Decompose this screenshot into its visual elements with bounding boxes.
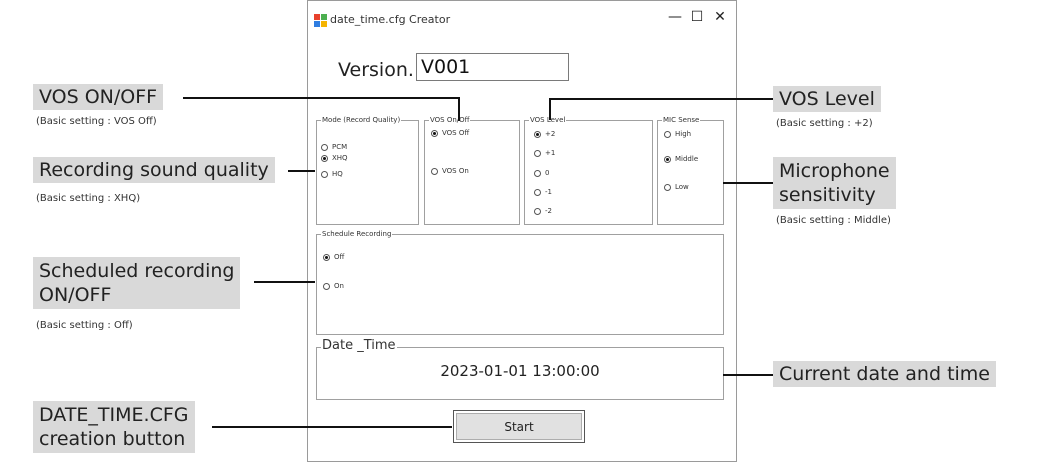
note-mic: (Basic setting : Middle): [776, 215, 891, 226]
radio-level-plus2[interactable]: +2: [534, 130, 555, 138]
schedule-group: Schedule Recording Off On: [316, 229, 724, 335]
leader-line: [183, 97, 459, 99]
radio-selected-icon: [534, 130, 541, 138]
app-window: date_time.cfg Creator — ☐ ✕ Version. Mod…: [307, 0, 737, 462]
mode-group: Mode (Record Quality) PCM XHQ HQ: [316, 115, 419, 225]
leader-line: [723, 182, 773, 184]
callout-mic: Microphone sensitivity: [773, 157, 896, 209]
vos-onoff-group: VOS On/Off VOS Off VOS On: [424, 115, 520, 225]
close-icon[interactable]: ✕: [709, 9, 731, 25]
radio-icon: [534, 169, 541, 177]
app-icon: [314, 14, 327, 27]
radio-icon: [321, 143, 328, 151]
callout-quality: Recording sound quality: [33, 157, 275, 183]
radio-level-0[interactable]: 0: [534, 169, 549, 177]
datetime-group: Date _Time 2023-01-01 13:00:00: [316, 338, 724, 400]
radio-level-minus1[interactable]: -1: [534, 188, 552, 196]
radio-level-minus2[interactable]: -2: [534, 207, 552, 215]
schedule-group-title: Schedule Recording: [321, 229, 393, 239]
vos-level-group: VOS Level +2 +1 0 -1 -2: [524, 115, 653, 225]
radio-xhq[interactable]: XHQ: [321, 154, 348, 162]
radio-icon: [534, 188, 541, 196]
start-button-label: Start: [456, 413, 582, 440]
mode-group-title: Mode (Record Quality): [321, 115, 402, 125]
radio-vos-off[interactable]: VOS Off: [431, 129, 469, 137]
vos-level-group-title: VOS Level: [529, 115, 567, 125]
mic-sense-group: MIC Sense High Middle Low: [657, 115, 724, 225]
radio-icon: [323, 282, 330, 290]
radio-mic-low[interactable]: Low: [664, 183, 689, 191]
window-title: date_time.cfg Creator: [330, 13, 451, 26]
radio-selected-icon: [323, 253, 330, 261]
note-quality: (Basic setting : XHQ): [36, 193, 141, 204]
note-schedule: (Basic setting : Off): [36, 320, 133, 331]
start-button[interactable]: Start: [453, 410, 585, 443]
radio-icon: [664, 183, 671, 191]
radio-hq[interactable]: HQ: [321, 170, 343, 178]
radio-selected-icon: [431, 129, 438, 137]
leader-line: [723, 374, 773, 376]
title-bar[interactable]: date_time.cfg Creator — ☐ ✕: [308, 1, 736, 39]
version-label: Version.: [338, 59, 414, 81]
radio-vos-on[interactable]: VOS On: [431, 167, 469, 175]
radio-icon: [534, 207, 541, 215]
radio-selected-icon: [321, 154, 328, 162]
note-vos-level: (Basic setting : +2): [776, 118, 873, 129]
radio-icon: [321, 170, 328, 178]
radio-selected-icon: [664, 155, 671, 163]
callout-vos-level: VOS Level: [773, 86, 881, 112]
leader-line: [549, 98, 551, 120]
mic-sense-group-title: MIC Sense: [662, 115, 701, 125]
leader-line: [212, 426, 452, 428]
vos-onoff-group-title: VOS On/Off: [429, 115, 471, 125]
leader-line: [254, 281, 315, 283]
datetime-group-title: Date _Time: [321, 338, 397, 354]
minimize-icon[interactable]: —: [664, 9, 686, 25]
radio-icon: [534, 149, 541, 157]
radio-mic-middle[interactable]: Middle: [664, 155, 698, 163]
radio-schedule-off[interactable]: Off: [323, 253, 344, 261]
note-vos-onoff: (Basic setting : VOS Off): [36, 116, 157, 127]
radio-icon: [664, 130, 671, 138]
maximize-icon[interactable]: ☐: [686, 9, 708, 25]
callout-vos-onoff: VOS ON/OFF: [33, 84, 164, 110]
radio-icon: [431, 167, 438, 175]
radio-schedule-on[interactable]: On: [323, 282, 344, 290]
radio-pcm[interactable]: PCM: [321, 143, 347, 151]
radio-level-plus1[interactable]: +1: [534, 149, 555, 157]
callout-schedule: Scheduled recording ON/OFF: [33, 257, 241, 309]
callout-creation: DATE_TIME.CFG creation button: [33, 401, 195, 453]
datetime-value: 2023-01-01 13:00:00: [440, 362, 600, 380]
callout-datetime: Current date and time: [773, 361, 996, 387]
version-input[interactable]: [416, 53, 569, 81]
leader-line: [458, 97, 460, 121]
leader-line: [549, 98, 773, 100]
leader-line: [288, 170, 315, 172]
radio-mic-high[interactable]: High: [664, 130, 691, 138]
